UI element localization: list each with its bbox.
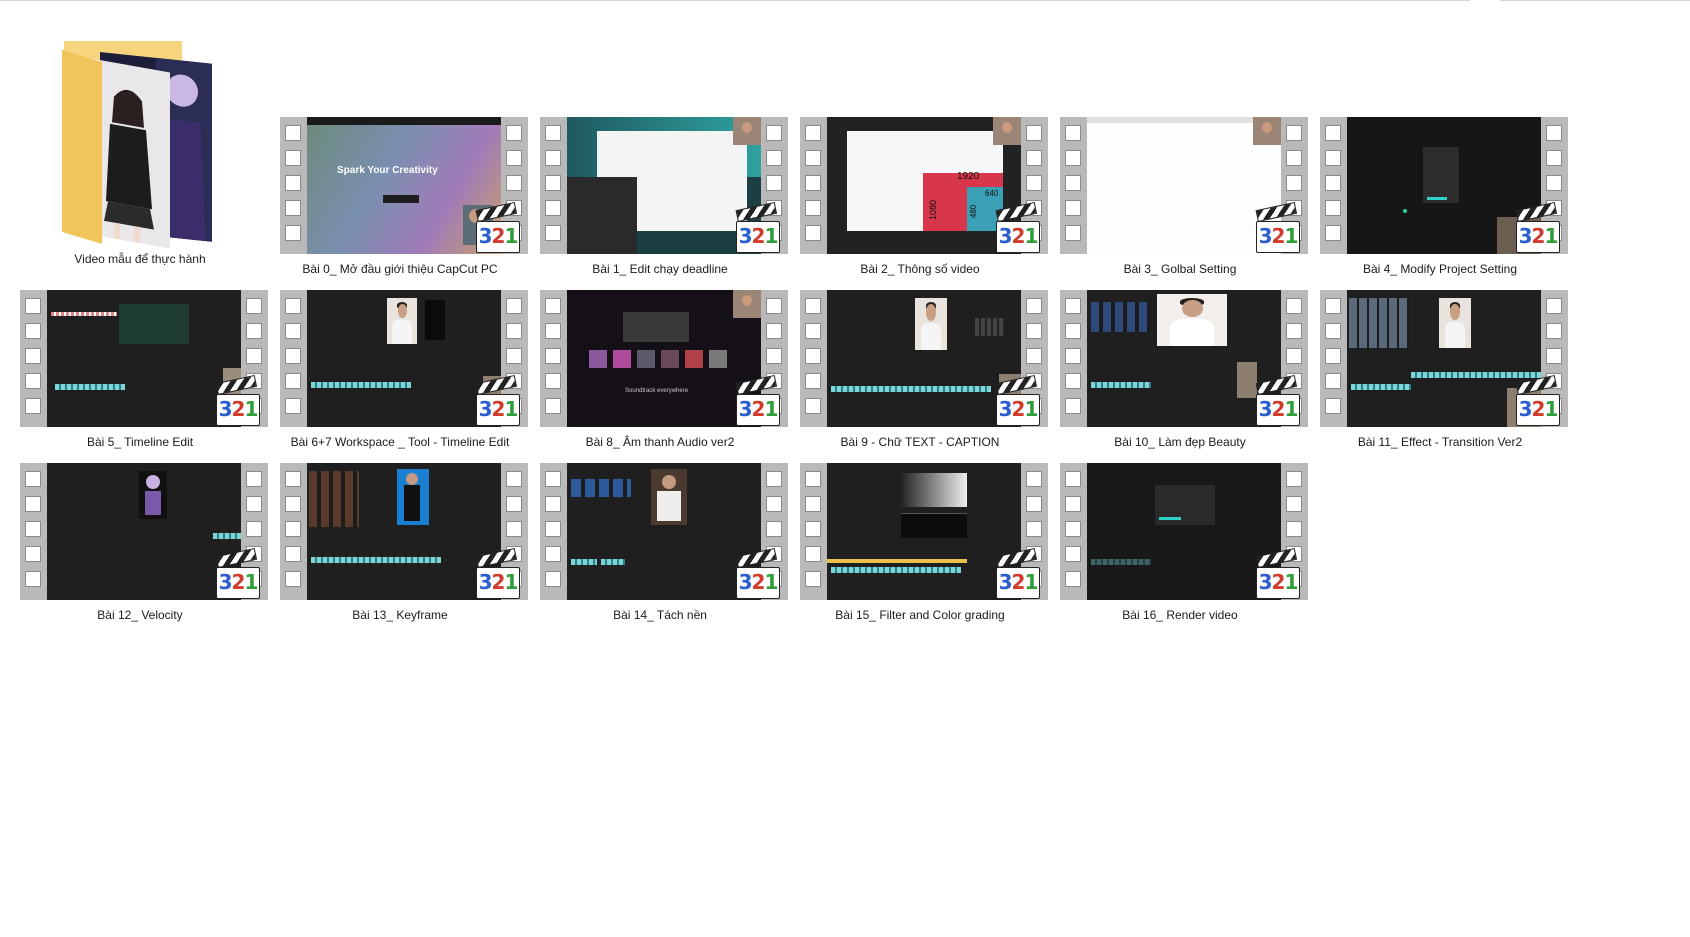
video-file-item[interactable]: 321 Bài 16_ Render video [1040, 458, 1320, 638]
mpc-clapperboard-icon: 321 [475, 374, 522, 427]
top-divider [0, 0, 1690, 1]
file-label: Bài 10_ Làm đẹp Beauty [1114, 435, 1246, 449]
mpc-clapperboard-icon: 321 [735, 201, 782, 254]
video-file-item[interactable]: 1920 1080 640 480 321 Bài 2_ Thông số vi… [780, 112, 1060, 292]
file-label: Bài 0_ Mở đầu giới thiệu CapCut PC [302, 262, 498, 276]
mpc-clapperboard-icon: 321 [735, 547, 782, 600]
video-file-item[interactable]: 321 Bài 10_ Làm đẹp Beauty [1040, 285, 1320, 465]
video-file-item[interactable]: 321 Bài 13_ Keyframe [260, 458, 540, 638]
mpc-clapperboard-icon: 321 [1255, 374, 1302, 427]
video-file-item[interactable]: Soundtrack everywhere 321 Bài 8_ Âm than… [520, 285, 800, 465]
file-label: Bài 2_ Thông số video [860, 262, 980, 276]
folder-icon [62, 41, 212, 248]
mpc-clapperboard-icon: 321 [1515, 201, 1562, 254]
video-file-item[interactable]: 321 Bài 11_ Effect - Transition Ver2 [1300, 285, 1580, 465]
video-file-item[interactable]: 321 Bài 9 - Chữ TEXT - CAPTION [780, 285, 1060, 465]
file-label: Bài 5_ Timeline Edit [86, 435, 194, 449]
thumb-headline: Spark Your Creativity [337, 165, 438, 176]
file-label: Bài 4_ Modify Project Setting [1362, 262, 1518, 276]
file-label: Bài 11_ Effect - Transition Ver2 [1357, 435, 1523, 449]
file-label: Bài 6+7 Workspace _ Tool - Timeline Edit [290, 435, 510, 449]
video-file-item[interactable]: Spark Your Creativity 321 Bài 0_ Mở đầu … [260, 112, 540, 292]
mpc-clapperboard-icon: 321 [1255, 201, 1302, 254]
file-label: Bài 1_ Edit chạy deadline [592, 262, 728, 276]
mpc-clapperboard-icon: 321 [995, 201, 1042, 254]
file-label: Bài 12_ Velocity [97, 608, 183, 622]
video-file-item[interactable]: 321 Bài 4_ Modify Project Setting [1300, 112, 1580, 292]
file-label: Bài 14_ Tách nền [613, 608, 707, 622]
file-label: Bài 13_ Keyframe [352, 608, 448, 622]
mpc-clapperboard-icon: 321 [475, 201, 522, 254]
video-file-item[interactable]: 321 Bài 12_ Velocity [0, 458, 280, 638]
mpc-clapperboard-icon: 321 [1255, 547, 1302, 600]
mpc-clapperboard-icon: 321 [475, 547, 522, 600]
video-file-item[interactable]: 321 Bài 6+7 Workspace _ Tool - Timeline … [260, 285, 540, 465]
mpc-clapperboard-icon: 321 [215, 547, 262, 600]
video-file-item[interactable]: 321 Bài 1_ Edit chạy deadline [520, 112, 800, 292]
mpc-clapperboard-icon: 321 [215, 374, 262, 427]
file-label: Bài 8_ Âm thanh Audio ver2 [585, 435, 735, 449]
folder-item[interactable]: Video mẫu để thực hành [0, 41, 280, 290]
folder-label: Video mẫu để thực hành [74, 252, 206, 266]
video-file-item[interactable]: 321 Bài 15_ Filter and Color grading [780, 458, 1060, 638]
mpc-clapperboard-icon: 321 [1515, 374, 1562, 427]
mpc-clapperboard-icon: 321 [735, 374, 782, 427]
thumb-headline: Soundtrack everywhere [625, 388, 689, 394]
file-label: Bài 3_ Golbal Setting [1123, 262, 1237, 276]
file-label: Bài 16_ Render video [1122, 608, 1238, 622]
mpc-clapperboard-icon: 321 [995, 374, 1042, 427]
video-file-item[interactable]: 321 Bài 14_ Tách nền [520, 458, 800, 638]
mpc-clapperboard-icon: 321 [995, 547, 1042, 600]
file-label: Bài 15_ Filter and Color grading [835, 608, 1005, 622]
video-file-item[interactable]: 321 Bài 3_ Golbal Setting [1040, 112, 1320, 292]
file-label: Bài 9 - Chữ TEXT - CAPTION [840, 435, 1000, 449]
video-file-item[interactable]: 321 Bài 5_ Timeline Edit [0, 285, 280, 465]
